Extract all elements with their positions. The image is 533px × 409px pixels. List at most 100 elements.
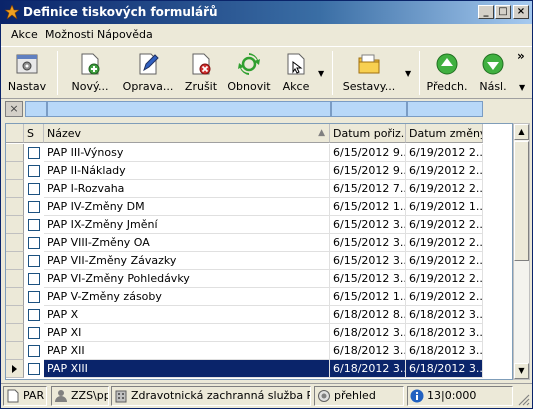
row-header[interactable] bbox=[6, 342, 24, 360]
row-header[interactable] bbox=[6, 162, 24, 180]
row-checkbox[interactable] bbox=[28, 165, 40, 177]
row-checkbox[interactable] bbox=[28, 345, 40, 357]
cell-datum-porizeni[interactable]: 6/18/2012 3... bbox=[330, 342, 406, 360]
row-checkbox[interactable] bbox=[28, 219, 40, 231]
cell-datum-zmeny[interactable]: 6/18/2012 3... bbox=[406, 342, 483, 360]
akce-button[interactable]: Akce bbox=[279, 49, 313, 97]
cell-datum-porizeni[interactable]: 6/15/2012 3... bbox=[330, 252, 406, 270]
cell-nazev[interactable]: PAP VI-Změny Pohledávky bbox=[44, 270, 330, 288]
cell-datum-zmeny[interactable]: 6/18/2012 3... bbox=[406, 360, 483, 378]
filter-field-s[interactable] bbox=[25, 101, 47, 117]
table-row[interactable]: PAP I-Rozvaha 6/15/2012 7... 6/19/2012 2..… bbox=[6, 180, 512, 198]
cell-datum-zmeny[interactable]: 6/19/2012 2... bbox=[406, 144, 483, 162]
scroll-up-button[interactable]: ▲ bbox=[514, 124, 529, 140]
row-checkbox[interactable] bbox=[28, 255, 40, 267]
row-header[interactable] bbox=[6, 216, 24, 234]
cell-nazev[interactable]: PAP V-Změny zásoby bbox=[44, 288, 330, 306]
table-row[interactable]: PAP V-Změny zásoby 6/15/2012 1... 6/19/201… bbox=[6, 288, 512, 306]
zrusit-button[interactable]: Zrušit bbox=[183, 49, 219, 97]
filter-field-datum-porizeni[interactable] bbox=[331, 101, 407, 117]
resize-grip-icon[interactable] bbox=[516, 394, 530, 406]
cell-datum-porizeni[interactable]: 6/15/2012 9... bbox=[330, 162, 406, 180]
oprava-button[interactable]: Oprava... bbox=[121, 49, 175, 97]
menu-moznosti[interactable]: Možnosti bbox=[45, 28, 94, 41]
cell-nazev[interactable]: PAP XII bbox=[44, 342, 330, 360]
cell-datum-porizeni[interactable]: 6/15/2012 7... bbox=[330, 180, 406, 198]
row-header[interactable] bbox=[6, 270, 24, 288]
nastav-button[interactable]: Nastav bbox=[7, 49, 47, 97]
row-checkbox[interactable] bbox=[28, 309, 40, 321]
cell-datum-porizeni[interactable]: 6/18/2012 3... bbox=[330, 324, 406, 342]
close-button[interactable]: × bbox=[513, 5, 529, 19]
row-header[interactable] bbox=[6, 252, 24, 270]
row-header[interactable] bbox=[6, 180, 24, 198]
cell-datum-porizeni[interactable]: 6/15/2012 1... bbox=[330, 198, 406, 216]
column-header-datum-porizeni[interactable]: Datum pořiz... bbox=[330, 124, 406, 143]
table-row[interactable]: PAP IV-Změny DM 6/15/2012 1... 6/19/2012 1… bbox=[6, 198, 512, 216]
cell-datum-porizeni[interactable]: 6/18/2012 3... bbox=[330, 360, 406, 378]
nasl-button[interactable]: Násl. bbox=[475, 49, 511, 97]
table-row[interactable]: PAP III-Výnosy 6/15/2012 9... 6/19/2012 2.… bbox=[6, 144, 512, 162]
row-checkbox[interactable] bbox=[28, 273, 40, 285]
obnovit-button[interactable]: Obnovit bbox=[227, 49, 271, 97]
row-header[interactable] bbox=[6, 288, 24, 306]
cell-nazev[interactable]: PAP X bbox=[44, 306, 330, 324]
table-row[interactable]: PAP VIII-Změny OA 6/15/2012 3... 6/19/2012… bbox=[6, 234, 512, 252]
row-header[interactable] bbox=[6, 234, 24, 252]
cell-datum-porizeni[interactable]: 6/15/2012 9... bbox=[330, 144, 406, 162]
row-checkbox[interactable] bbox=[28, 363, 40, 375]
filter-field-nazev[interactable] bbox=[47, 101, 331, 117]
cell-nazev[interactable]: PAP VII-Změny Závazky bbox=[44, 252, 330, 270]
table-row[interactable]: PAP II-Náklady 6/15/2012 9... 6/19/2012 2.… bbox=[6, 162, 512, 180]
sestavy-button[interactable]: Sestavy... bbox=[339, 49, 399, 97]
table-row[interactable]: PAP X 6/18/2012 8... 6/18/2012 3... bbox=[6, 306, 512, 324]
table-row[interactable]: PAP VII-Změny Závazky 6/15/2012 3... 6/19/… bbox=[6, 252, 512, 270]
title-bar[interactable]: Definice tiskových formulářů _ □ × bbox=[1, 1, 532, 24]
row-header[interactable] bbox=[6, 144, 24, 162]
cell-nazev[interactable]: PAP VIII-Změny OA bbox=[44, 234, 330, 252]
cell-datum-zmeny[interactable]: 6/19/2012 2... bbox=[406, 288, 483, 306]
scroll-thumb[interactable] bbox=[514, 141, 529, 261]
cell-datum-porizeni[interactable]: 6/18/2012 8... bbox=[330, 306, 406, 324]
cell-datum-porizeni[interactable]: 6/15/2012 3... bbox=[330, 216, 406, 234]
cell-datum-porizeni[interactable]: 6/15/2012 3... bbox=[330, 234, 406, 252]
row-header[interactable] bbox=[6, 324, 24, 342]
toolbar-overflow-dropdown-icon[interactable]: ▼ bbox=[519, 83, 525, 92]
row-checkbox[interactable] bbox=[28, 327, 40, 339]
menu-napoveda[interactable]: Nápověda bbox=[97, 28, 153, 41]
cell-datum-porizeni[interactable]: 6/15/2012 1... bbox=[330, 288, 406, 306]
cell-datum-zmeny[interactable]: 6/19/2012 2... bbox=[406, 216, 483, 234]
cell-nazev[interactable]: PAP III-Výnosy bbox=[44, 144, 330, 162]
table-row[interactable]: PAP XII 6/18/2012 3... 6/18/2012 3... bbox=[6, 342, 512, 360]
maximize-button[interactable]: □ bbox=[495, 5, 511, 19]
predch-button[interactable]: Předch. bbox=[425, 49, 469, 97]
cell-datum-zmeny[interactable]: 6/19/2012 2... bbox=[406, 162, 483, 180]
menu-akce[interactable]: Akce bbox=[11, 28, 38, 41]
novy-button[interactable]: Nový... bbox=[65, 49, 115, 97]
cell-nazev[interactable]: PAP II-Náklady bbox=[44, 162, 330, 180]
filter-field-datum-zmeny[interactable] bbox=[407, 101, 483, 117]
table-row[interactable]: PAP XIII 6/18/2012 3... 6/18/2012 3... bbox=[6, 360, 512, 378]
cell-nazev[interactable]: PAP XIII bbox=[44, 360, 330, 378]
row-checkbox[interactable] bbox=[28, 291, 40, 303]
row-checkbox[interactable] bbox=[28, 201, 40, 213]
table-row[interactable]: PAP IX-Změny Jmění 6/15/2012 3... 6/19/201… bbox=[6, 216, 512, 234]
row-header[interactable] bbox=[6, 360, 24, 378]
cell-datum-zmeny[interactable]: 6/19/2012 2... bbox=[406, 180, 483, 198]
cell-datum-zmeny[interactable]: 6/19/2012 2... bbox=[406, 234, 483, 252]
column-header-datum-zmeny[interactable]: Datum změny bbox=[406, 124, 483, 143]
row-header[interactable] bbox=[6, 198, 24, 216]
table-row[interactable]: PAP XI 6/18/2012 3... 6/18/2012 3... bbox=[6, 324, 512, 342]
cell-datum-zmeny[interactable]: 6/19/2012 2... bbox=[406, 270, 483, 288]
cell-datum-zmeny[interactable]: 6/19/2012 2... bbox=[406, 252, 483, 270]
cell-datum-porizeni[interactable]: 6/15/2012 3... bbox=[330, 270, 406, 288]
sestavy-dropdown-icon[interactable]: ▼ bbox=[405, 69, 411, 78]
cell-datum-zmeny[interactable]: 6/18/2012 3... bbox=[406, 306, 483, 324]
akce-dropdown-icon[interactable]: ▼ bbox=[318, 69, 324, 78]
vertical-scrollbar[interactable]: ▲ ▼ bbox=[513, 123, 530, 380]
toolbar-overflow-button[interactable]: » bbox=[517, 49, 525, 63]
row-checkbox[interactable] bbox=[28, 237, 40, 249]
row-header[interactable] bbox=[6, 306, 24, 324]
column-header-s[interactable]: S bbox=[24, 124, 44, 143]
cell-datum-zmeny[interactable]: 6/18/2012 3... bbox=[406, 324, 483, 342]
